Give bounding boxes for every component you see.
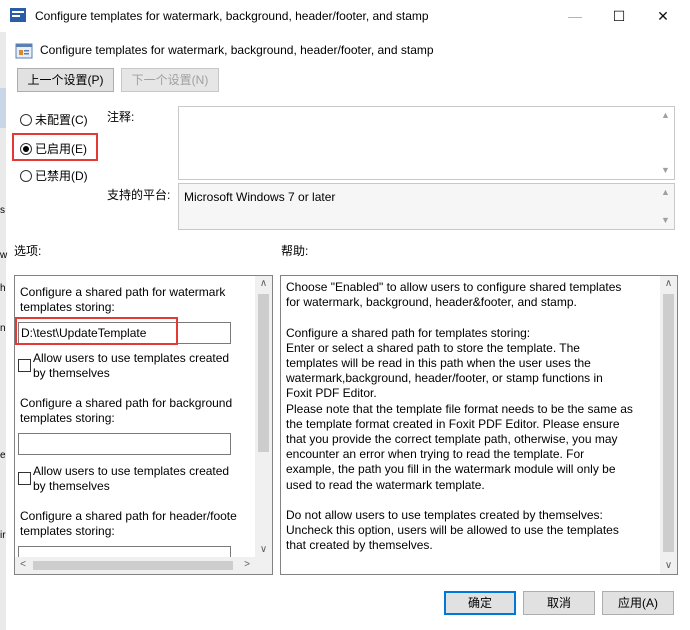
radio-selected-icon <box>20 143 32 155</box>
window-title: Configure templates for watermark, backg… <box>35 9 429 23</box>
background-allow-label: Allow users to use templates created by … <box>33 464 230 494</box>
platform-field: Microsoft Windows 7 or later ▲ ▼ <box>178 183 675 230</box>
background-path-label: Configure a shared path for background t… <box>20 396 233 426</box>
comment-scrollbar[interactable]: ▲ ▼ <box>657 107 674 179</box>
help-line: Configure a shared path for templates st… <box>286 325 531 340</box>
help-line: encounter an error when trying to read t… <box>286 447 585 462</box>
edge-letter: ir <box>0 530 6 541</box>
options-horizontal-scrollbar[interactable]: < > <box>15 557 272 574</box>
header-footer-path-label: Configure a shared path for header/foote… <box>20 509 237 539</box>
help-line <box>286 493 656 508</box>
help-line: that created by themselves. <box>286 538 433 553</box>
edge-letter: e <box>0 450 6 461</box>
cancel-button[interactable]: 取消 <box>523 591 595 615</box>
options-vertical-scrollbar[interactable]: ∧ ∨ <box>255 276 272 558</box>
ok-button[interactable]: 确定 <box>444 591 516 615</box>
apply-button[interactable]: 应用(A) <box>602 591 674 615</box>
scroll-thumb[interactable] <box>258 294 269 452</box>
help-line: for watermark, background, header&footer… <box>286 295 577 310</box>
highlight-path-box <box>15 317 178 345</box>
checkbox-icon[interactable] <box>18 472 31 485</box>
watermark-allow-label: Allow users to use templates created by … <box>33 351 230 381</box>
scroll-left-icon[interactable]: < <box>15 557 31 573</box>
help-line: the template format created in Foxit PDF… <box>286 416 620 431</box>
help-text: Choose "Enabled" to allow users to confi… <box>286 280 656 554</box>
scroll-right-icon[interactable]: > <box>239 557 255 573</box>
scroll-thumb[interactable] <box>663 294 674 552</box>
radio-enabled-label: 已启用(E) <box>35 142 87 156</box>
scroll-down-icon[interactable]: ∨ <box>660 558 677 574</box>
checkbox-icon[interactable] <box>18 359 31 372</box>
previous-setting-button[interactable]: 上一个设置(P) <box>17 68 114 92</box>
comment-label: 注释: <box>107 110 135 124</box>
edge-letter: w <box>0 250 8 261</box>
help-line <box>286 310 656 325</box>
horizontal-scroll-thumb[interactable] <box>33 561 233 570</box>
scroll-up-icon[interactable]: ▲ <box>657 184 674 201</box>
maximize-button[interactable]: ☐ <box>596 0 642 32</box>
watermark-allow-checkbox[interactable] <box>18 359 31 375</box>
background-path-input[interactable] <box>18 433 231 455</box>
radio-circle-icon <box>20 170 32 182</box>
help-line: Foxit PDF Editor. <box>286 386 377 401</box>
close-button[interactable]: ✕ <box>640 0 686 32</box>
help-line: example, the path you fill in the waterm… <box>286 462 616 477</box>
scroll-down-icon[interactable]: ∨ <box>255 542 272 558</box>
platform-value: Microsoft Windows 7 or later <box>184 190 336 204</box>
radio-disabled[interactable]: 已禁用(D) <box>20 167 88 184</box>
minimize-button[interactable]: — <box>552 0 598 32</box>
edge-letter: n <box>0 323 6 334</box>
edge-letter: h <box>0 283 6 294</box>
help-vertical-scrollbar[interactable]: ∧ ∨ <box>660 276 677 574</box>
platform-scrollbar[interactable]: ▲ ▼ <box>657 184 674 229</box>
help-line: Uncheck this option, users will be allow… <box>286 523 619 538</box>
help-line: Enter or select a shared path to store t… <box>286 340 580 355</box>
background-allow-checkbox[interactable] <box>18 472 31 488</box>
help-line: Choose "Enabled" to allow users to confi… <box>286 280 622 294</box>
platform-label: 支持的平台: <box>107 188 171 202</box>
scroll-down-icon[interactable]: ▼ <box>657 212 674 229</box>
policy-title: Configure templates for watermark, backg… <box>40 43 434 57</box>
next-setting-button[interactable]: 下一个设置(N) <box>121 68 219 92</box>
help-line: watermark,background, header/footer, or … <box>286 371 603 386</box>
help-panel[interactable]: Choose "Enabled" to allow users to confi… <box>280 275 678 575</box>
help-label: 帮助: <box>281 244 309 258</box>
radio-disabled-label: 已禁用(D) <box>35 169 88 183</box>
help-line: Do not allow users to use templates crea… <box>286 508 603 523</box>
scroll-up-icon[interactable]: ∧ <box>660 276 677 292</box>
help-line: used to read the watermark template. <box>286 477 485 492</box>
radio-not-configured-label: 未配置(C) <box>35 113 88 127</box>
edge-letter: s <box>0 205 5 216</box>
scroll-up-icon[interactable]: ▲ <box>657 107 674 124</box>
help-line: Please note that the template file forma… <box>286 401 633 416</box>
watermark-path-label: Configure a shared path for watermark te… <box>20 285 226 315</box>
scroll-up-icon[interactable]: ∧ <box>255 276 272 292</box>
help-line: that you provide the correct template pa… <box>286 432 618 447</box>
background-selection <box>0 88 6 128</box>
app-icon <box>10 8 26 22</box>
scroll-down-icon[interactable]: ▼ <box>657 162 674 179</box>
options-label: 选项: <box>14 244 42 258</box>
radio-circle-icon <box>20 114 32 126</box>
radio-enabled[interactable]: 已启用(E) <box>20 140 87 157</box>
comment-textarea[interactable]: ▲ ▼ <box>178 106 675 180</box>
radio-not-configured[interactable]: 未配置(C) <box>20 111 88 128</box>
policy-icon <box>15 42 33 60</box>
help-line: templates will be read in this path when… <box>286 356 591 370</box>
